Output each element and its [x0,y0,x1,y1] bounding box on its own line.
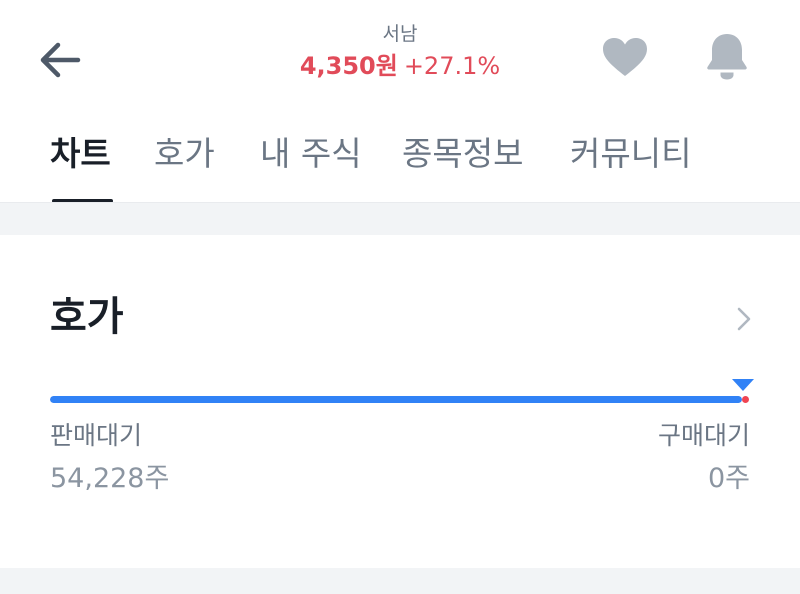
tab-stock-info[interactable]: 종목정보 [402,132,523,176]
buy-pending-value: 0주 [707,463,750,494]
sell-ratio-fill [50,396,742,403]
price-change: +27.1% [403,52,501,80]
sell-pending-label: 판매대기 [50,421,143,450]
top-bar: 서남 4,350원 +27.1% [0,0,800,110]
section-gap [0,203,800,235]
chevron-right-icon [737,307,751,331]
buy-marker-dot [742,396,749,403]
stock-name: 서남 [382,23,418,45]
orderbook-card: 호가 판매대기 구매대기 54,228주 0주 [0,235,800,568]
back-button[interactable] [34,34,86,86]
triangle-down-icon [732,379,754,391]
tab-bar: 차트 호가 내 주식 종목정보 커뮤니티 [0,120,800,204]
tab-my-stock[interactable]: 내 주식 [260,132,362,176]
tab-orderbook[interactable]: 호가 [154,132,215,176]
orderbook-ratio-bar [50,396,742,403]
bell-icon [707,34,747,80]
stock-title: 서남 4,350원 +27.1% [200,22,600,81]
favorite-button[interactable] [600,34,650,80]
buy-pending-label: 구매대기 [657,421,750,450]
stock-detail-screen: 서남 4,350원+27.1% 차트 호가 내 주식 종목정보 커뮤니티 호가 [0,0,800,594]
sell-pending-value: 54,228주 [50,463,170,494]
orderbook-more-button[interactable] [730,305,758,333]
arrow-left-icon [40,42,81,78]
section-gap-bottom [0,568,800,594]
tab-chart[interactable]: 차트 [50,132,111,176]
heart-icon [603,38,647,76]
alert-button[interactable] [703,30,751,82]
tab-community[interactable]: 커뮤니티 [570,132,691,176]
price-line: 4,350원 +27.1% [200,51,600,81]
orderbook-title[interactable]: 호가 [50,291,124,343]
current-price: 4,350원 [299,52,398,80]
